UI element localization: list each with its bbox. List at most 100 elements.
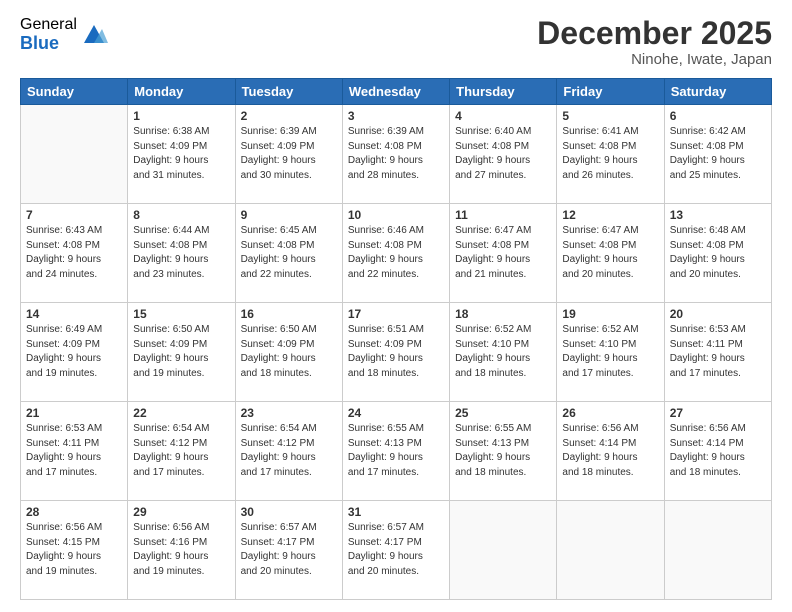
calendar-week-row: 21 Sunrise: 6:53 AM Sunset: 4:11 PM Dayli… (21, 402, 772, 501)
day-info: Sunrise: 6:53 AM Sunset: 4:11 PM Dayligh… (26, 422, 122, 480)
calendar-cell: 4Sunrise: 6:40 AM Sunset: 4:08 PM Daylig… (450, 105, 557, 204)
calendar-cell: 2 Sunrise: 6:39 AM Sunset: 4:09 PM Daylig… (235, 105, 342, 204)
day-info: Sunrise: 6:47 AM Sunset: 4:08 PM Dayligh… (455, 224, 551, 282)
logo: General Blue (20, 16, 108, 53)
calendar-week-row: 14 Sunrise: 6:49 AM Sunset: 4:09 PM Dayli… (21, 303, 772, 402)
day-info: Sunrise: 6:56 AM Sunset: 4:15 PM Dayligh… (26, 521, 122, 579)
day-number: 17 (348, 307, 444, 321)
calendar-cell: 21 Sunrise: 6:53 AM Sunset: 4:11 PM Dayli… (21, 402, 128, 501)
day-info: Sunrise: 6:46 AM Sunset: 4:08 PM Dayligh… (348, 224, 444, 282)
logo-blue: Blue (20, 34, 77, 54)
day-info: Sunrise: 6:53 AM Sunset: 4:11 PM Dayligh… (670, 323, 766, 381)
calendar-week-row: 1 Sunrise: 6:38 AM Sunset: 4:09 PM Daylig… (21, 105, 772, 204)
page-header: General Blue December 2025 Ninohe, Iwate… (20, 16, 772, 68)
day-info: Sunrise: 6:39 AM Sunset: 4:08 PM Dayligh… (348, 125, 444, 183)
calendar-cell: 13 Sunrise: 6:48 AM Sunset: 4:08 PM Dayli… (664, 204, 771, 303)
calendar-cell: 6 Sunrise: 6:42 AM Sunset: 4:08 PM Daylig… (664, 105, 771, 204)
day-info: Sunrise: 6:45 AM Sunset: 4:08 PM Dayligh… (241, 224, 337, 282)
day-number: 7 (26, 208, 122, 222)
calendar-cell: 12Sunrise: 6:47 AM Sunset: 4:08 PM Dayli… (557, 204, 664, 303)
calendar-table: SundayMondayTuesdayWednesdayThursdayFrid… (20, 78, 772, 600)
logo-general: General (20, 16, 77, 34)
day-number: 16 (241, 307, 337, 321)
day-info: Sunrise: 6:49 AM Sunset: 4:09 PM Dayligh… (26, 323, 122, 381)
weekday-header-row: SundayMondayTuesdayWednesdayThursdayFrid… (21, 79, 772, 105)
calendar-cell: 14 Sunrise: 6:49 AM Sunset: 4:09 PM Dayli… (21, 303, 128, 402)
calendar-week-row: 28 Sunrise: 6:56 AM Sunset: 4:15 PM Dayli… (21, 501, 772, 600)
calendar-cell: 31 Sunrise: 6:57 AM Sunset: 4:17 PM Dayli… (342, 501, 449, 600)
calendar-cell: 23 Sunrise: 6:54 AM Sunset: 4:12 PM Dayli… (235, 402, 342, 501)
day-number: 22 (133, 406, 229, 420)
day-number: 11 (455, 208, 551, 222)
weekday-header-tuesday: Tuesday (235, 79, 342, 105)
month-title: December 2025 (537, 16, 772, 51)
day-number: 23 (241, 406, 337, 420)
logo-icon (80, 19, 108, 47)
day-info: Sunrise: 6:56 AM Sunset: 4:14 PM Dayligh… (670, 422, 766, 480)
calendar-cell: 20 Sunrise: 6:53 AM Sunset: 4:11 PM Dayli… (664, 303, 771, 402)
calendar-cell: 24 Sunrise: 6:55 AM Sunset: 4:13 PM Dayli… (342, 402, 449, 501)
calendar-cell: 22Sunrise: 6:54 AM Sunset: 4:12 PM Dayli… (128, 402, 235, 501)
calendar-cell: 25 Sunrise: 6:55 AM Sunset: 4:13 PM Dayli… (450, 402, 557, 501)
day-number: 2 (241, 109, 337, 123)
calendar-cell: 30 Sunrise: 6:57 AM Sunset: 4:17 PM Dayli… (235, 501, 342, 600)
calendar-cell: 9Sunrise: 6:45 AM Sunset: 4:08 PM Daylig… (235, 204, 342, 303)
day-number: 1 (133, 109, 229, 123)
day-info: Sunrise: 6:57 AM Sunset: 4:17 PM Dayligh… (241, 521, 337, 579)
day-number: 25 (455, 406, 551, 420)
page-container: General Blue December 2025 Ninohe, Iwate… (0, 0, 792, 612)
calendar-cell: 29Sunrise: 6:56 AM Sunset: 4:16 PM Dayli… (128, 501, 235, 600)
day-number: 31 (348, 505, 444, 519)
calendar-cell (450, 501, 557, 600)
calendar-cell: 16 Sunrise: 6:50 AM Sunset: 4:09 PM Dayli… (235, 303, 342, 402)
weekday-header-thursday: Thursday (450, 79, 557, 105)
day-info: Sunrise: 6:42 AM Sunset: 4:08 PM Dayligh… (670, 125, 766, 183)
calendar-cell: 8Sunrise: 6:44 AM Sunset: 4:08 PM Daylig… (128, 204, 235, 303)
day-number: 3 (348, 109, 444, 123)
calendar-cell (557, 501, 664, 600)
location: Ninohe, Iwate, Japan (537, 51, 772, 68)
day-number: 24 (348, 406, 444, 420)
day-info: Sunrise: 6:38 AM Sunset: 4:09 PM Dayligh… (133, 125, 229, 183)
calendar-cell: 18 Sunrise: 6:52 AM Sunset: 4:10 PM Dayli… (450, 303, 557, 402)
day-info: Sunrise: 6:39 AM Sunset: 4:09 PM Dayligh… (241, 125, 337, 183)
weekday-header-friday: Friday (557, 79, 664, 105)
day-number: 20 (670, 307, 766, 321)
day-number: 14 (26, 307, 122, 321)
day-info: Sunrise: 6:52 AM Sunset: 4:10 PM Dayligh… (455, 323, 551, 381)
day-number: 27 (670, 406, 766, 420)
day-info: Sunrise: 6:48 AM Sunset: 4:08 PM Dayligh… (670, 224, 766, 282)
day-info: Sunrise: 6:41 AM Sunset: 4:08 PM Dayligh… (562, 125, 658, 183)
calendar-cell: 27 Sunrise: 6:56 AM Sunset: 4:14 PM Dayli… (664, 402, 771, 501)
day-info: Sunrise: 6:57 AM Sunset: 4:17 PM Dayligh… (348, 521, 444, 579)
day-info: Sunrise: 6:50 AM Sunset: 4:09 PM Dayligh… (241, 323, 337, 381)
day-info: Sunrise: 6:40 AM Sunset: 4:08 PM Dayligh… (455, 125, 551, 183)
logo-text: General Blue (20, 16, 77, 53)
day-number: 19 (562, 307, 658, 321)
calendar-cell: 28 Sunrise: 6:56 AM Sunset: 4:15 PM Dayli… (21, 501, 128, 600)
day-number: 30 (241, 505, 337, 519)
day-number: 6 (670, 109, 766, 123)
day-number: 13 (670, 208, 766, 222)
day-info: Sunrise: 6:56 AM Sunset: 4:14 PM Dayligh… (562, 422, 658, 480)
day-number: 21 (26, 406, 122, 420)
day-info: Sunrise: 6:55 AM Sunset: 4:13 PM Dayligh… (455, 422, 551, 480)
weekday-header-monday: Monday (128, 79, 235, 105)
calendar-cell: 1 Sunrise: 6:38 AM Sunset: 4:09 PM Daylig… (128, 105, 235, 204)
day-number: 8 (133, 208, 229, 222)
day-info: Sunrise: 6:56 AM Sunset: 4:16 PM Dayligh… (133, 521, 229, 579)
day-number: 26 (562, 406, 658, 420)
day-info: Sunrise: 6:54 AM Sunset: 4:12 PM Dayligh… (241, 422, 337, 480)
day-number: 10 (348, 208, 444, 222)
calendar-cell: 11 Sunrise: 6:47 AM Sunset: 4:08 PM Dayli… (450, 204, 557, 303)
calendar-cell: 15Sunrise: 6:50 AM Sunset: 4:09 PM Dayli… (128, 303, 235, 402)
calendar-cell (664, 501, 771, 600)
day-number: 18 (455, 307, 551, 321)
weekday-header-sunday: Sunday (21, 79, 128, 105)
calendar-cell: 10 Sunrise: 6:46 AM Sunset: 4:08 PM Dayli… (342, 204, 449, 303)
day-info: Sunrise: 6:55 AM Sunset: 4:13 PM Dayligh… (348, 422, 444, 480)
calendar-cell: 17 Sunrise: 6:51 AM Sunset: 4:09 PM Dayli… (342, 303, 449, 402)
day-number: 28 (26, 505, 122, 519)
day-info: Sunrise: 6:51 AM Sunset: 4:09 PM Dayligh… (348, 323, 444, 381)
calendar-cell (21, 105, 128, 204)
